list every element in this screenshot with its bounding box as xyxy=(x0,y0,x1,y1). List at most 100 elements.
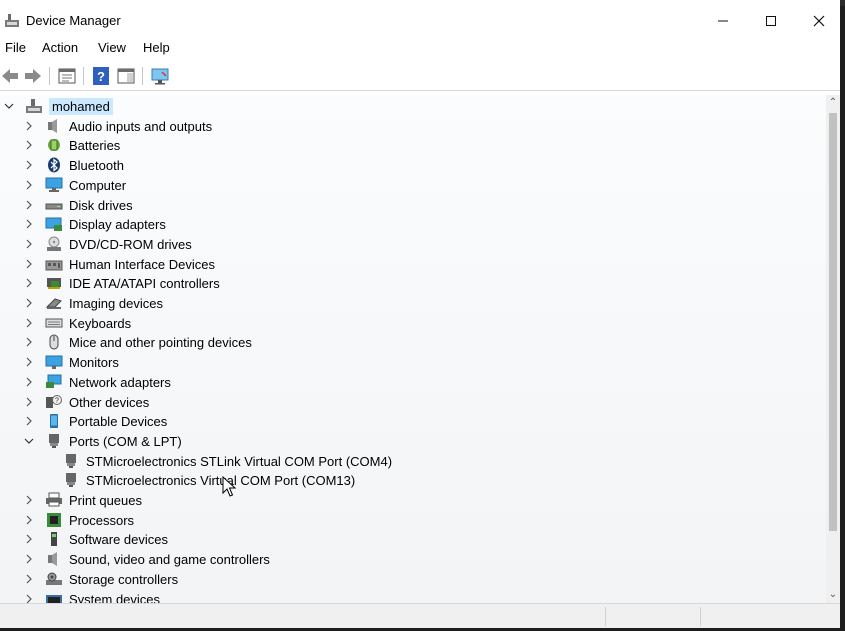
forward-arrow-icon[interactable] xyxy=(23,66,43,86)
scroll-down-arrow-icon[interactable]: ⌄ xyxy=(826,589,840,601)
tree-category[interactable]: Keyboards xyxy=(23,313,131,333)
scroll-up-arrow-icon[interactable]: ⌃ xyxy=(826,97,840,109)
properties-view-icon[interactable] xyxy=(57,66,77,86)
chevron-down-icon[interactable] xyxy=(3,100,15,112)
menu-view[interactable]: View xyxy=(98,40,126,55)
chevron-right-icon[interactable] xyxy=(23,199,35,211)
menu-action[interactable]: Action xyxy=(42,40,78,55)
tree-category[interactable]: Audio inputs and outputs xyxy=(23,116,212,136)
keyboard-icon xyxy=(45,315,63,331)
chevron-right-icon[interactable] xyxy=(23,179,35,191)
close-button[interactable] xyxy=(796,6,840,36)
tree-category-label: Other devices xyxy=(69,394,150,410)
tree-category[interactable]: Network adapters xyxy=(23,372,171,392)
menu-file[interactable]: File xyxy=(5,40,26,55)
tree-category[interactable]: Portable Devices xyxy=(23,411,167,431)
chevron-right-icon[interactable] xyxy=(23,533,35,545)
chevron-right-icon[interactable] xyxy=(23,120,35,132)
tree-category[interactable]: Processors xyxy=(23,510,134,530)
chevron-right-icon[interactable] xyxy=(23,317,35,329)
vertical-scrollbar[interactable]: ⌃ ⌄ xyxy=(826,95,840,603)
tree-category[interactable]: DVD/CD-ROM drives xyxy=(23,234,192,254)
tree-category[interactable]: Storage controllers xyxy=(23,569,178,589)
imaging-device-icon xyxy=(45,295,63,311)
system-device-icon xyxy=(45,591,63,603)
help-icon[interactable]: ? xyxy=(91,66,111,86)
dvd-drive-icon xyxy=(45,236,63,252)
status-bar xyxy=(0,603,840,628)
tree-category-label: DVD/CD-ROM drives xyxy=(69,236,192,252)
tree-device[interactable]: STMicroelectronics STLink Virtual COM Po… xyxy=(62,451,392,471)
tree-category[interactable]: System devices xyxy=(23,589,160,603)
chevron-right-icon[interactable] xyxy=(23,159,35,171)
tree-category[interactable]: Monitors xyxy=(23,352,119,372)
action-pane-icon[interactable] xyxy=(116,66,136,86)
chevron-right-icon[interactable] xyxy=(23,336,35,348)
tree-category-label: Display adapters xyxy=(69,216,166,232)
tree-category[interactable]: Print queues xyxy=(23,490,142,510)
tree-category-label: IDE ATA/ATAPI controllers xyxy=(69,275,220,291)
chevron-right-icon[interactable] xyxy=(23,356,35,368)
tree-category[interactable]: IDE ATA/ATAPI controllers xyxy=(23,273,220,293)
tree-category[interactable]: Computer xyxy=(23,175,126,195)
tree-root-label: mohamed xyxy=(49,97,113,115)
tree-category-label: Imaging devices xyxy=(69,295,163,311)
tree-category-label: Batteries xyxy=(69,137,121,153)
port-device-icon xyxy=(62,472,80,488)
bluetooth-icon xyxy=(45,157,63,173)
maximize-icon xyxy=(766,16,776,26)
chevron-right-icon[interactable] xyxy=(23,553,35,565)
tree-category[interactable]: Ports (COM & LPT) xyxy=(23,431,182,451)
tree-category[interactable]: Bluetooth xyxy=(23,155,124,175)
scrollbar-thumb[interactable] xyxy=(829,113,837,531)
tree-category[interactable]: Software devices xyxy=(23,529,168,549)
toolbar: ? xyxy=(0,62,840,91)
computer-icon xyxy=(45,177,63,193)
printer-icon xyxy=(45,492,63,508)
chevron-right-icon[interactable] xyxy=(23,494,35,506)
tree-category[interactable]: Mice and other pointing devices xyxy=(23,332,252,352)
svg-text:?: ? xyxy=(97,69,105,84)
tree-category[interactable]: ? Other devices xyxy=(23,392,149,412)
display-adapter-icon xyxy=(45,216,63,232)
ide-controller-icon xyxy=(45,275,63,291)
port-device-icon xyxy=(62,453,80,469)
chevron-right-icon[interactable] xyxy=(23,218,35,230)
tree-category-label: Software devices xyxy=(69,531,168,547)
back-arrow-icon[interactable] xyxy=(0,66,20,86)
chevron-right-icon[interactable] xyxy=(23,238,35,250)
tree-category-label: Disk drives xyxy=(69,197,133,213)
tree-category[interactable]: Display adapters xyxy=(23,214,166,234)
tree-category-label: System devices xyxy=(69,591,161,604)
chevron-down-icon[interactable] xyxy=(23,435,35,447)
monitor-icon xyxy=(45,354,63,370)
chevron-right-icon[interactable] xyxy=(23,593,35,603)
tree-category[interactable]: Batteries xyxy=(23,135,120,155)
chevron-right-icon[interactable] xyxy=(23,415,35,427)
software-device-icon xyxy=(45,531,63,547)
chevron-right-icon[interactable] xyxy=(23,396,35,408)
tree-device[interactable]: STMicroelectronics Virtual COM Port (COM… xyxy=(62,470,355,490)
tree-category[interactable]: Imaging devices xyxy=(23,293,163,313)
chevron-right-icon[interactable] xyxy=(23,514,35,526)
monitor-scan-icon[interactable] xyxy=(150,66,170,86)
maximize-button[interactable] xyxy=(748,6,794,36)
tree-category-label: Monitors xyxy=(69,354,119,370)
tree-category-label: Network adapters xyxy=(69,374,171,390)
chevron-right-icon[interactable] xyxy=(23,376,35,388)
other-device-icon: ? xyxy=(45,394,63,410)
chevron-right-icon[interactable] xyxy=(23,277,35,289)
tree-category[interactable]: Sound, video and game controllers xyxy=(23,549,270,569)
chevron-right-icon[interactable] xyxy=(23,139,35,151)
tree-category-label: Processors xyxy=(69,512,135,528)
tree-root[interactable]: mohamed xyxy=(3,96,113,116)
chevron-right-icon[interactable] xyxy=(23,573,35,585)
minimize-button[interactable] xyxy=(700,6,746,36)
tree-category-label: Computer xyxy=(69,177,127,193)
menu-help[interactable]: Help xyxy=(143,40,170,55)
chevron-right-icon[interactable] xyxy=(23,297,35,309)
chevron-right-icon[interactable] xyxy=(23,258,35,270)
port-icon xyxy=(45,433,63,449)
tree-category[interactable]: Human Interface Devices xyxy=(23,254,215,274)
tree-category[interactable]: Disk drives xyxy=(23,195,133,215)
